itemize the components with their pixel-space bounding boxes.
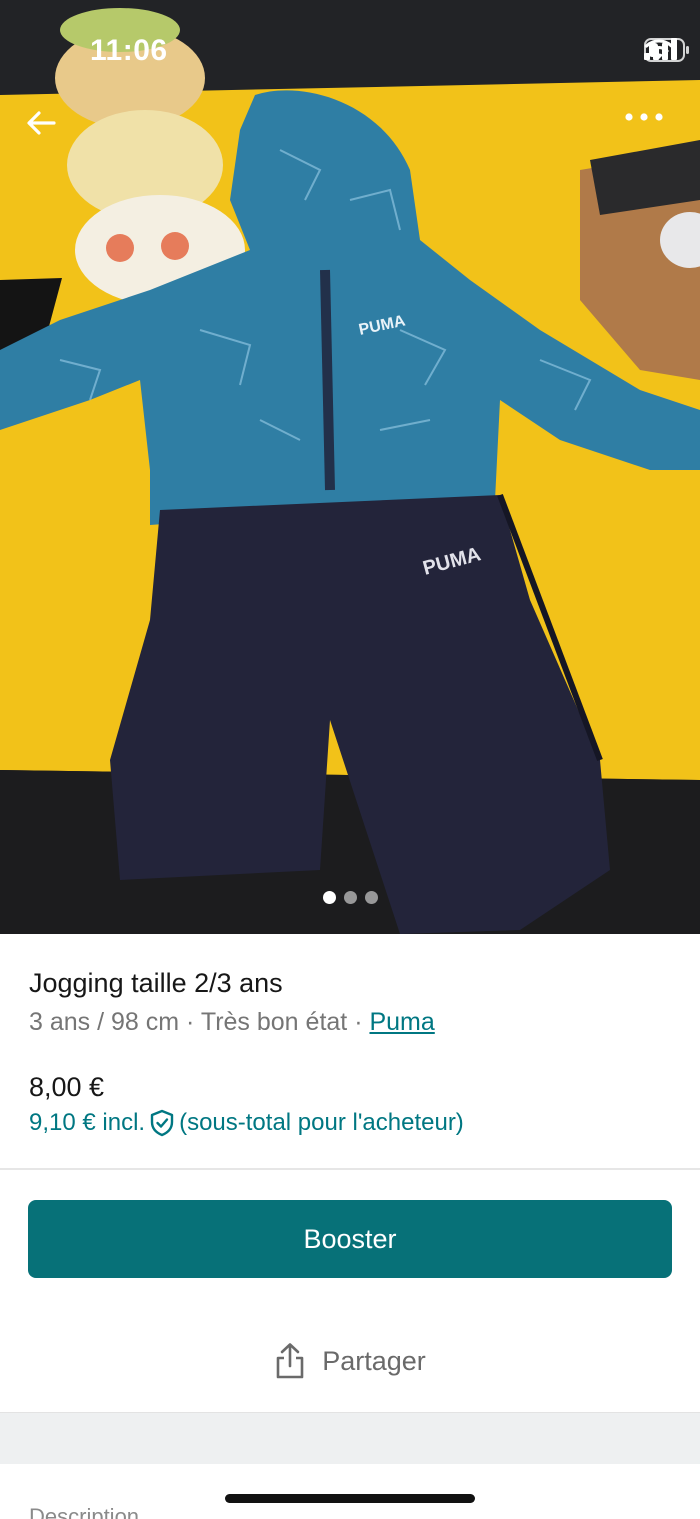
separator: · bbox=[186, 1008, 195, 1036]
brand-link[interactable]: Puma bbox=[369, 1008, 434, 1036]
pagination-dot-active[interactable] bbox=[322, 891, 336, 904]
buyer-price[interactable]: 9,10 € incl. (sous-total pour l'acheteur… bbox=[29, 1109, 464, 1137]
buyer-price-value: 9,10 € incl. bbox=[29, 1109, 146, 1136]
description-heading: Description bbox=[29, 1504, 140, 1519]
buyer-price-note: (sous-total pour l'acheteur) bbox=[179, 1109, 464, 1136]
separator: · bbox=[354, 1008, 363, 1036]
more-dots-icon bbox=[625, 113, 663, 121]
more-options-button[interactable] bbox=[624, 112, 680, 156]
arrow-left-icon bbox=[27, 111, 56, 135]
item-price: 8,00 € bbox=[29, 1072, 105, 1102]
section-separator bbox=[0, 1412, 700, 1464]
booster-button[interactable]: Booster bbox=[28, 1200, 672, 1278]
status-time: 11:06 bbox=[90, 34, 168, 67]
shield-check-icon bbox=[150, 1109, 174, 1137]
item-size: 3 ans / 98 cm bbox=[29, 1008, 180, 1036]
item-details: 3 ans / 98 cm · Très bon état · Puma bbox=[29, 1005, 679, 1039]
divider bbox=[0, 1168, 700, 1170]
share-button[interactable]: Partager bbox=[0, 1330, 700, 1392]
pagination-dot[interactable] bbox=[343, 891, 357, 904]
gallery-pagination bbox=[0, 891, 700, 904]
share-label: Partager bbox=[322, 1345, 426, 1376]
status-bar: 11:06 bbox=[0, 0, 700, 100]
item-condition: Très bon état bbox=[200, 1008, 348, 1036]
item-title: Jogging taille 2/3 ans bbox=[29, 968, 283, 998]
share-icon bbox=[276, 1343, 304, 1379]
item-photo[interactable]: PUMA PUMA 11:06 bbox=[0, 0, 700, 934]
back-button[interactable] bbox=[26, 110, 74, 158]
pagination-dot[interactable] bbox=[364, 891, 378, 904]
battery-icon bbox=[644, 38, 689, 62]
home-indicator[interactable] bbox=[225, 1494, 475, 1503]
item-info: Jogging taille 2/3 ans 3 ans / 98 cm · T… bbox=[29, 966, 679, 1039]
photo-illustration: PUMA PUMA bbox=[0, 0, 700, 934]
